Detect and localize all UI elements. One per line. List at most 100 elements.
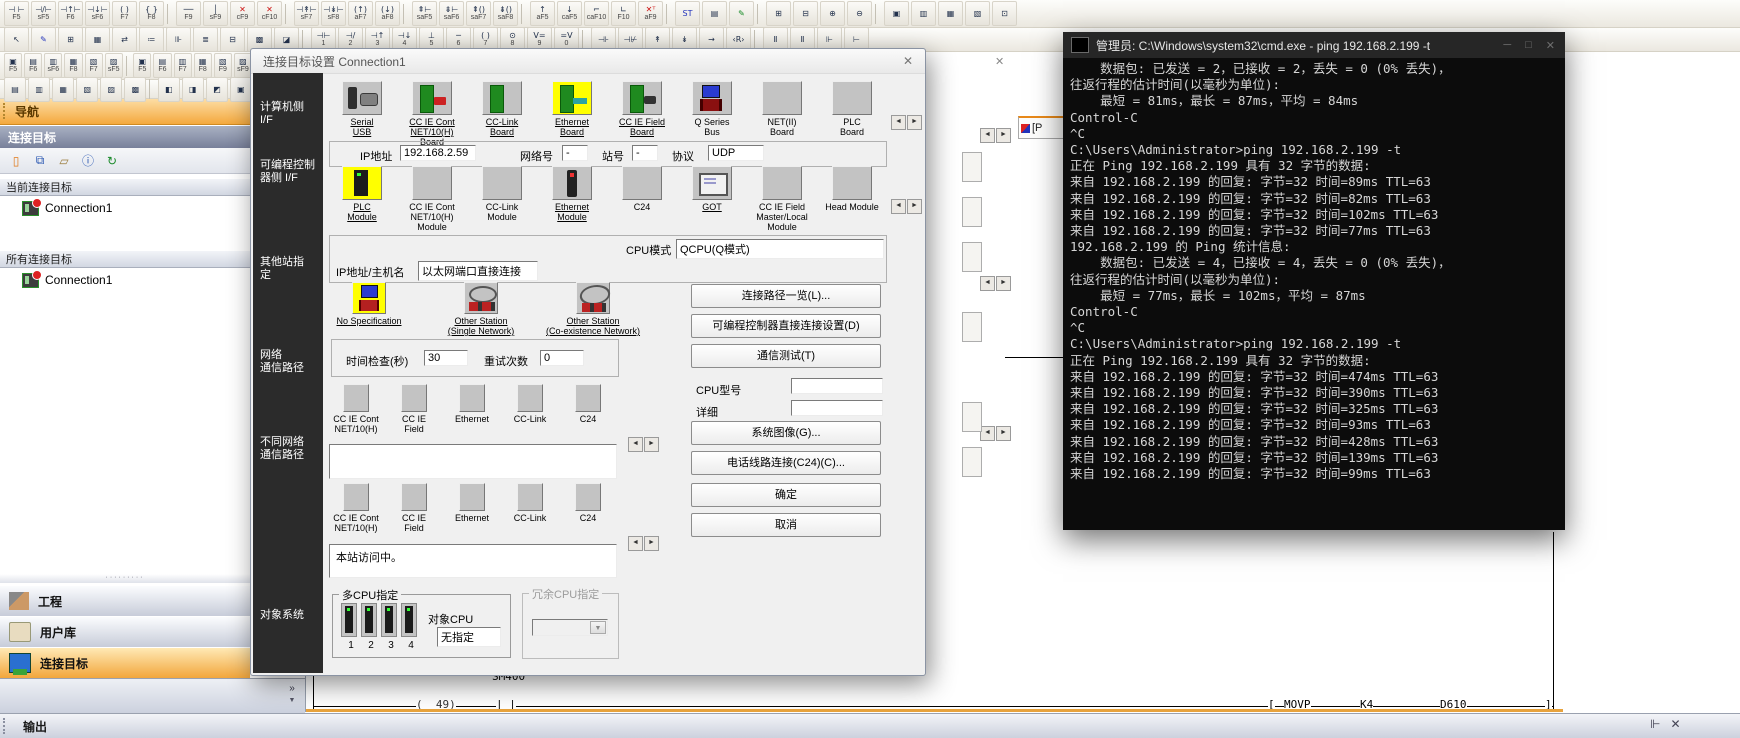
scroll-left-icon[interactable]: ◄ — [628, 536, 643, 551]
connection-item-current[interactable]: Connection1 — [0, 198, 250, 218]
toolbar-icon[interactable]: ✎ — [729, 1, 754, 26]
panel-tool-icon[interactable]: ↻ — [100, 150, 124, 172]
toolbar-icon[interactable]: ▧ F9 — [214, 53, 232, 78]
cmd-console[interactable]: 数据包: 已发送 = 2，已接收 = 2，丢失 = 0 (0% 丢失)，往返行程… — [1063, 58, 1565, 530]
toolbar-icon[interactable]: ✕ cF9 — [230, 1, 255, 26]
network-module-option[interactable]: CC IE Cont NET/10(H) — [327, 483, 385, 533]
editor-tab[interactable]: [P — [1018, 116, 1064, 139]
system-image-button[interactable]: 系统图像(G)... — [691, 421, 881, 445]
minimize-icon[interactable]: ─ — [1503, 39, 1511, 52]
interface-option[interactable]: CC IE Cont NET/10(H) Board — [397, 81, 467, 147]
interface-option[interactable]: CC-Link Board — [467, 81, 537, 147]
toolbar-icon[interactable]: ▧ — [76, 77, 98, 102]
toolbar-icon[interactable]: ▧ — [965, 1, 990, 26]
more-buttons-chevron[interactable]: » ▼ — [282, 683, 302, 709]
interface-option[interactable]: Head Module — [817, 166, 887, 232]
close-icon[interactable]: ✕ — [1546, 39, 1555, 52]
interface-option[interactable]: Ethernet Board — [537, 81, 607, 147]
dialog-titlebar[interactable]: 连接目标设置 Connection1 ✕ — [251, 49, 925, 74]
toolbar-icon[interactable]: ▥ sF6 — [44, 53, 62, 78]
toolbar-icon[interactable]: ▦ — [938, 1, 963, 26]
phone-line-connection-button[interactable]: 电话线路连接(C24)(C)... — [691, 451, 881, 475]
sidebar-item-connection-destination[interactable]: 连接目标 — [0, 647, 250, 679]
interface-option[interactable]: Serial USB — [327, 81, 397, 147]
interface-option[interactable]: CC IE Field Master/Local Module — [747, 166, 817, 232]
direct-connection-settings-button[interactable]: 可编程控制器直接连接设置(D) — [691, 314, 881, 338]
maximize-icon[interactable]: □ — [1525, 39, 1532, 52]
toolbar-icon[interactable]: ▤ F6 — [24, 53, 42, 78]
ok-button[interactable]: 确定 — [691, 483, 881, 507]
interface-option[interactable]: Ethernet Module — [537, 166, 607, 232]
toolbar-icon[interactable]: ⊣↑⊢ F6 — [58, 1, 83, 26]
toolbar-icon[interactable]: ▦ — [52, 77, 74, 102]
toolbar-icon[interactable]: ≔ — [139, 27, 164, 52]
connection-channel-list-button[interactable]: 连接路径一览(L)... — [691, 284, 881, 308]
toolbar-icon[interactable]: ↓ caF5 — [557, 1, 582, 26]
toolbar-icon[interactable]: ✕ᵀ aF9 — [638, 1, 663, 26]
toolbar-icon[interactable] — [582, 30, 588, 50]
panel-tool-icon[interactable]: ⧉ — [28, 150, 52, 172]
scroll-left-icon[interactable]: ◄ — [980, 276, 995, 291]
toolbar-icon[interactable]: ⊞ — [58, 27, 83, 52]
toolbar-icon[interactable]: ▦ F8 — [64, 53, 82, 78]
toolbar-icon[interactable]: ⇟⊢ saF6 — [439, 1, 464, 26]
interface-option[interactable]: CC IE Cont NET/10(H) Module — [397, 166, 467, 232]
toolbar-icon[interactable]: ⊡ — [992, 1, 1017, 26]
cancel-button[interactable]: 取消 — [691, 513, 881, 537]
toolbar-icon[interactable]: ▤ — [702, 1, 727, 26]
toolbar-icon[interactable] — [149, 79, 154, 99]
interface-option[interactable]: NET(II) Board — [747, 81, 817, 147]
toolbar-icon[interactable] — [757, 4, 763, 24]
toolbar-icon[interactable]: ✕ cF10 — [257, 1, 282, 26]
navigation-header[interactable]: 导航 — [0, 98, 250, 125]
sidebar-item-user-library[interactable]: 用户库 — [0, 616, 250, 648]
scroll-left-icon[interactable]: ◄ — [980, 128, 995, 143]
target-cpu-field[interactable]: 无指定 — [437, 627, 501, 647]
toolbar-icon[interactable]: ( ) F7 — [112, 1, 137, 26]
scroll-left-icon[interactable]: ◄ — [980, 426, 995, 441]
toolbar-icon[interactable]: ⇞() saF7 — [466, 1, 491, 26]
ip-address-field[interactable]: 192.168.2.59 — [400, 145, 476, 161]
cpu4-icon[interactable] — [401, 603, 417, 637]
toolbar-icon[interactable]: ⊣↓⊢ sF6 — [85, 1, 110, 26]
panel-splitter[interactable]: ········· — [0, 574, 250, 583]
scroll-right-icon[interactable]: ► — [644, 536, 659, 551]
auto-hide-pin-icon[interactable]: ⊩ — [1650, 717, 1660, 731]
section-all-connections[interactable]: 所有连接目标 — [0, 250, 250, 268]
toolbar-icon[interactable]: ⊣↟⊢ sF7 — [294, 1, 319, 26]
toolbar-icon[interactable]: ⊟ — [793, 1, 818, 26]
dialog-close-icon[interactable]: ✕ — [903, 54, 913, 68]
interface-option[interactable]: C24 — [607, 166, 677, 232]
toolbar-icon[interactable]: ▨ — [100, 77, 122, 102]
cpu3-icon[interactable] — [381, 603, 397, 637]
toolbar-icon[interactable]: │ sF9 — [203, 1, 228, 26]
toolbar-icon[interactable]: ▣ — [230, 77, 252, 102]
pane-close-icon[interactable]: ✕ — [995, 55, 1004, 68]
toolbar-icon[interactable] — [403, 4, 409, 24]
toolbar-icon[interactable]: ▥ F7 — [174, 53, 192, 78]
toolbar-icon[interactable]: ↑ aF5 — [530, 1, 555, 26]
scroll-right-icon[interactable]: ► — [644, 437, 659, 452]
toolbar-icon[interactable]: ▣ F5 — [133, 53, 151, 78]
toolbar-icon[interactable]: ⌐ caF10 — [584, 1, 609, 26]
network-module-option[interactable]: Ethernet — [443, 483, 501, 533]
toolbar-icon[interactable]: ⊣↡⊢ sF8 — [321, 1, 346, 26]
toolbar-icon[interactable]: ∟ F10 — [611, 1, 636, 26]
connection-item-all[interactable]: Connection1 — [0, 270, 250, 290]
toolbar-icon[interactable]: ↖ — [4, 27, 29, 52]
toolbar-icon[interactable] — [754, 30, 760, 50]
toolbar-icon[interactable]: ── F9 — [176, 1, 201, 26]
hostname-field[interactable]: 以太网端口直接连接 — [418, 261, 538, 281]
network-module-option[interactable]: C24 — [559, 483, 617, 533]
scroll-left-icon[interactable]: ◄ — [891, 115, 906, 130]
panel-tool-icon[interactable]: ⓘ — [76, 150, 100, 172]
scroll-left-icon[interactable]: ◄ — [891, 199, 906, 214]
interface-option[interactable]: PLC Module — [327, 166, 397, 232]
scroll-right-icon[interactable]: ► — [907, 115, 922, 130]
cpu1-icon[interactable] — [341, 603, 357, 637]
toolbar-icon[interactable]: ▦ — [85, 27, 110, 52]
network-module-option[interactable]: C24 — [559, 384, 617, 434]
network-module-option[interactable]: CC-Link — [501, 384, 559, 434]
network-module-option[interactable]: Ethernet — [443, 384, 501, 434]
toolbar-icon[interactable]: ⊖ — [847, 1, 872, 26]
